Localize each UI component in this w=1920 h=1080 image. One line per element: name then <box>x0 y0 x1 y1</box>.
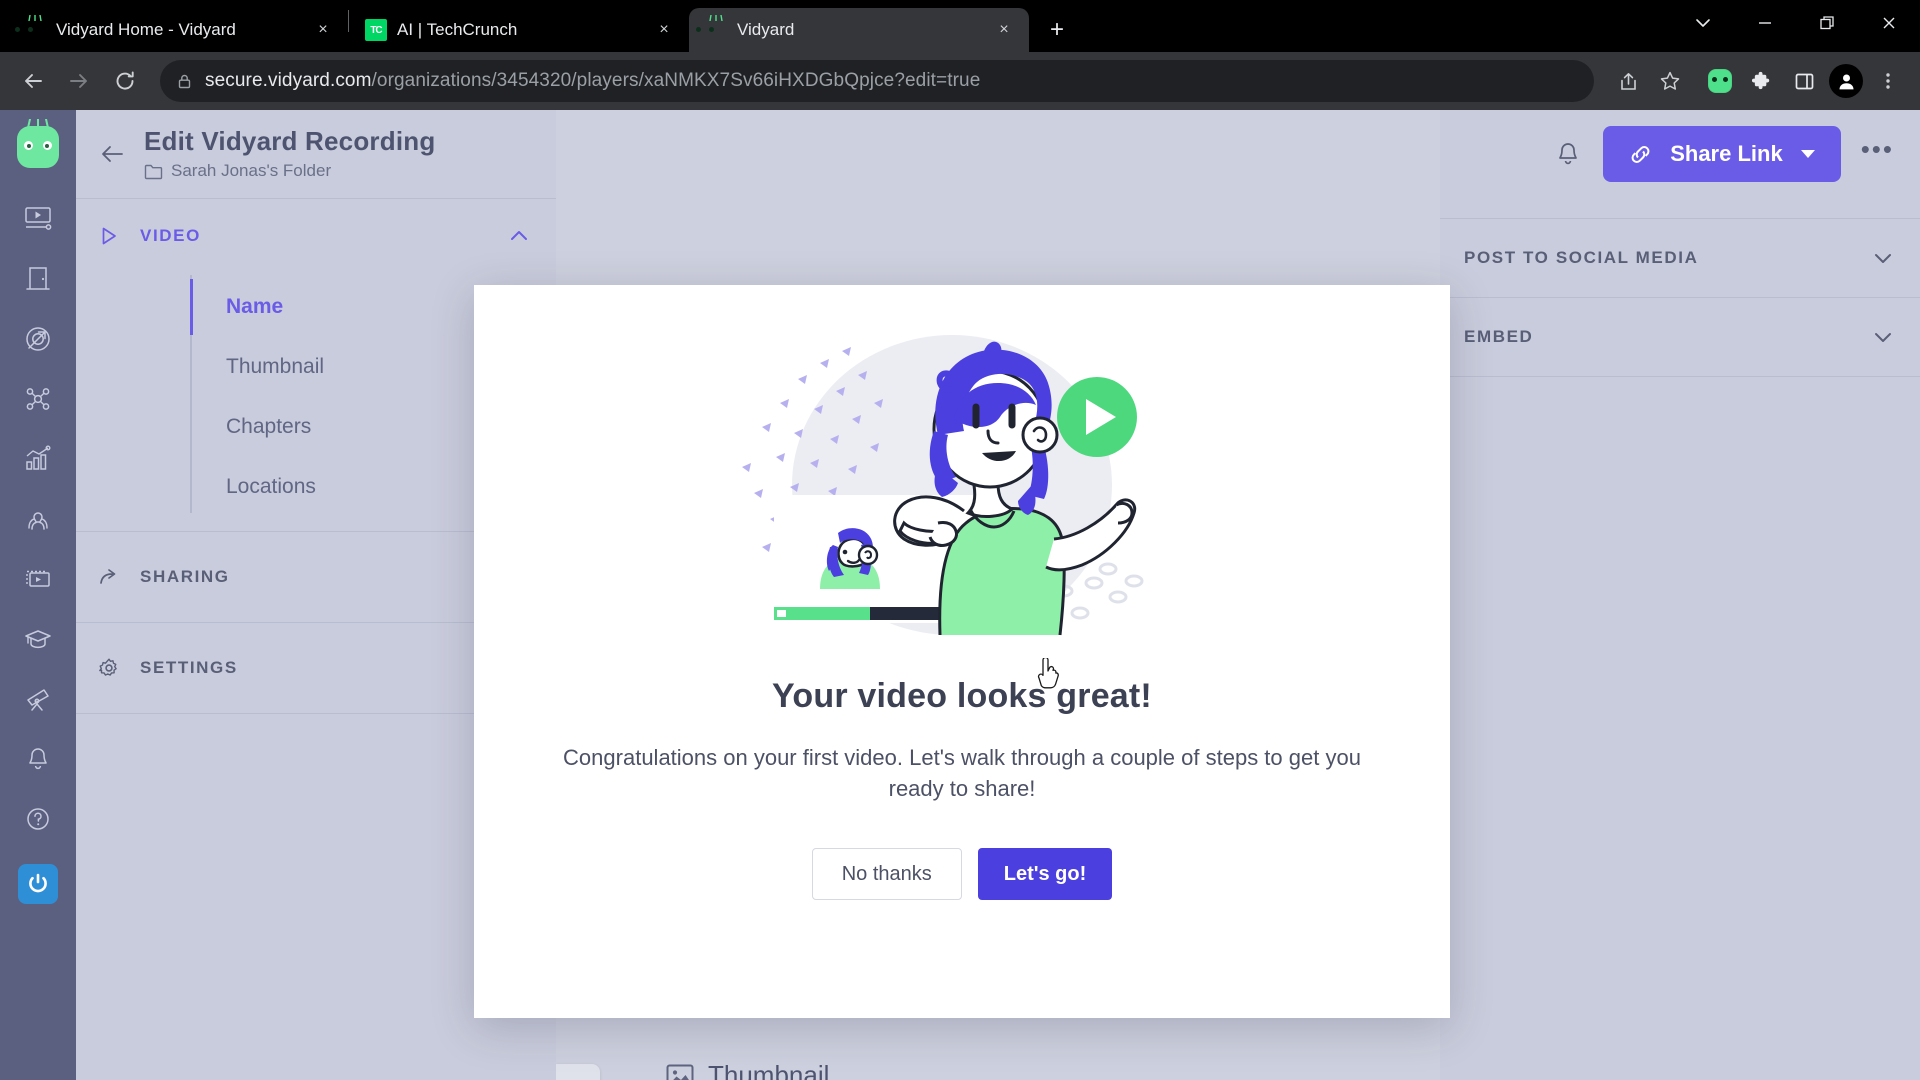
share-icon[interactable] <box>1608 61 1648 101</box>
door-icon[interactable] <box>11 250 65 308</box>
woman-presenting-video-illustration <box>702 307 1222 667</box>
gear-icon <box>98 657 120 679</box>
no-thanks-button[interactable]: No thanks <box>811 848 962 901</box>
section-header-embed[interactable]: EMBED <box>1440 298 1920 376</box>
forward-icon[interactable] <box>58 60 100 102</box>
tab-title: Vidyard <box>737 20 795 39</box>
section-title-row: Thumbnail <box>666 1060 1440 1080</box>
image-icon <box>666 1063 694 1080</box>
chevron-down-icon[interactable] <box>1799 148 1817 160</box>
omnibox-actions <box>1608 61 1690 101</box>
close-icon[interactable] <box>1858 0 1920 46</box>
chrome-menu-icon[interactable] <box>1868 61 1908 101</box>
audience-people-icon[interactable] <box>11 490 65 548</box>
back-icon[interactable] <box>12 60 54 102</box>
address-bar[interactable]: secure.vidyard.com/organizations/3454320… <box>160 60 1594 102</box>
new-tab-button[interactable]: + <box>1037 10 1077 50</box>
lets-go-button[interactable]: Let's go! <box>977 848 1113 901</box>
integrations-nodes-icon[interactable] <box>11 370 65 428</box>
url-path: /organizations/3454320/players/xaNMKX7Sv… <box>371 70 981 91</box>
app-viewport: Edit Vidyard Recording Sarah Jonas's Fol… <box>0 110 1920 1080</box>
vidyard-icon <box>24 15 46 41</box>
overflow-menu-icon[interactable]: ••• <box>1861 136 1894 166</box>
section-label: SETTINGS <box>140 658 238 677</box>
section-label: VIDEO <box>140 226 201 245</box>
browser-tab-1[interactable]: TC AI | TechCrunch × <box>349 8 689 52</box>
collapse-panel-button[interactable] <box>556 1064 600 1080</box>
pointer-hand-cursor <box>1036 656 1062 697</box>
vidyard-logo-icon[interactable] <box>17 119 59 168</box>
window-controls <box>1672 0 1920 46</box>
share-arrow-icon <box>98 566 120 588</box>
page-title: Edit Vidyard Recording <box>144 125 436 156</box>
play-outline-icon <box>98 225 120 247</box>
restore-icon[interactable] <box>1796 0 1858 46</box>
back-arrow-icon[interactable] <box>98 140 126 168</box>
bookmark-star-icon[interactable] <box>1650 61 1690 101</box>
reload-icon[interactable] <box>104 60 146 102</box>
close-icon[interactable]: × <box>991 17 1017 43</box>
chevron-down-icon[interactable] <box>1872 247 1894 269</box>
browser-toolbar: secure.vidyard.com/organizations/3454320… <box>0 52 1920 110</box>
share-link-button[interactable]: Share Link <box>1603 126 1841 182</box>
tab-title: AI | TechCrunch <box>397 20 518 39</box>
link-chain-icon <box>1627 141 1654 168</box>
section-header-post-to-social-media[interactable]: POST TO SOCIAL MEDIA <box>1440 219 1920 297</box>
url-text: secure.vidyard.com/organizations/3454320… <box>205 70 980 92</box>
section-label: SHARING <box>140 567 230 586</box>
telescope-icon[interactable] <box>11 670 65 728</box>
close-icon[interactable]: × <box>310 17 336 43</box>
profile-avatar-icon[interactable] <box>1826 61 1866 101</box>
thumbnail-section: Thumbnail Choose the thumbnail that is d… <box>666 1060 1440 1080</box>
panel-header: Edit Vidyard Recording Sarah Jonas's Fol… <box>76 110 556 198</box>
lock-icon <box>176 73 193 90</box>
tab-title: Vidyard Home - Vidyard <box>56 20 236 39</box>
share-link-label: Share Link <box>1670 141 1783 166</box>
modal-body-text: Congratulations on your first video. Let… <box>563 745 1361 802</box>
browser-window: Vidyard Home - Vidyard × TC AI | TechCru… <box>0 0 1920 1080</box>
section-label: EMBED <box>1464 327 1534 346</box>
tab-search-chevron-down-icon[interactable] <box>1672 0 1734 46</box>
folder-name: Sarah Jonas's Folder <box>171 161 332 181</box>
extension-buttons <box>1694 61 1908 101</box>
power-toggle-icon[interactable] <box>18 864 58 904</box>
chevron-down-icon[interactable] <box>1872 326 1894 348</box>
tab-strip: Vidyard Home - Vidyard × TC AI | TechCru… <box>0 0 1920 52</box>
video-player-icon[interactable] <box>11 190 65 248</box>
bell-icon[interactable] <box>1553 139 1583 169</box>
chevron-up-icon[interactable] <box>508 225 530 247</box>
modal-title: Your video looks great! <box>772 677 1152 715</box>
analytics-bars-icon[interactable] <box>11 430 65 488</box>
vidyard-icon <box>705 15 727 41</box>
graduation-cap-icon[interactable] <box>11 610 65 668</box>
app-icon-rail <box>0 110 76 1080</box>
minimize-icon[interactable] <box>1734 0 1796 46</box>
techcrunch-icon: TC <box>365 19 387 41</box>
section-heading: Thumbnail <box>708 1060 830 1080</box>
section-header-video[interactable]: VIDEO <box>76 199 556 273</box>
extensions-puzzle-icon[interactable] <box>1742 61 1782 101</box>
folder-icon <box>144 163 163 180</box>
onboarding-modal: Your video looks great! Congratulations … <box>474 285 1450 1018</box>
breadcrumb: Sarah Jonas's Folder <box>144 161 435 181</box>
browser-tab-2[interactable]: Vidyard × <box>689 8 1029 52</box>
divider <box>1440 376 1920 377</box>
app-header-actions: Share Link ••• <box>1300 110 1920 198</box>
section-label: POST TO SOCIAL MEDIA <box>1464 248 1699 267</box>
browser-tab-0[interactable]: Vidyard Home - Vidyard × <box>8 8 348 52</box>
share-options-panel: POST TO SOCIAL MEDIA EMBED <box>1440 110 1920 1080</box>
target-arrow-icon[interactable] <box>11 310 65 368</box>
bell-icon[interactable] <box>11 730 65 788</box>
url-domain: secure.vidyard.com <box>205 70 372 91</box>
modal-actions: No thanks Let's go! <box>811 848 1113 901</box>
sidebar-item-label: Chapters <box>226 415 312 438</box>
video-library-icon[interactable] <box>11 550 65 608</box>
sidebar-item-label: Thumbnail <box>226 355 325 378</box>
side-panel-icon[interactable] <box>1784 61 1824 101</box>
sidebar-item-label: Name <box>226 295 284 318</box>
close-icon[interactable]: × <box>651 17 677 43</box>
sidebar-item-label: Locations <box>226 475 316 498</box>
help-question-icon[interactable] <box>11 790 65 848</box>
vidyard-extension-icon[interactable] <box>1700 61 1740 101</box>
